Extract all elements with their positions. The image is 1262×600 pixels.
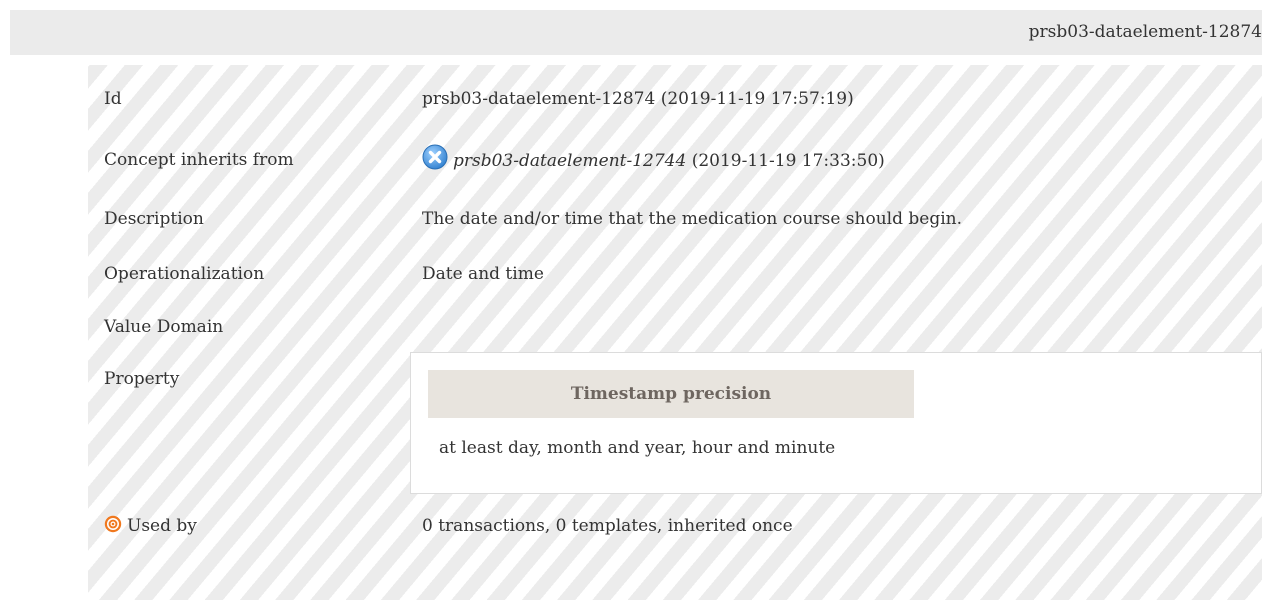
property-header: Timestamp precision xyxy=(428,370,914,418)
target-icon[interactable] xyxy=(104,515,122,533)
used-by-label-wrap: Used by xyxy=(104,515,197,537)
description-label: Description xyxy=(104,209,204,229)
value-domain-label: Value Domain xyxy=(104,317,224,337)
id-value: prsb03-dataelement-12874 (2019-11-19 17:… xyxy=(422,89,854,109)
header-bar: prsb03-dataelement-12874 xyxy=(10,10,1262,55)
concept-inherits-link[interactable]: prsb03-dataelement-12744 xyxy=(453,151,686,171)
header-dataelement-id: prsb03-dataelement-12874 xyxy=(1028,22,1262,42)
property-label: Property xyxy=(104,369,180,389)
id-label: Id xyxy=(104,89,122,109)
used-by-value: 0 transactions, 0 templates, inherited o… xyxy=(422,516,793,536)
operationalization-value: Date and time xyxy=(422,264,544,284)
operationalization-label: Operationalization xyxy=(104,264,265,284)
description-value: The date and/or time that the medication… xyxy=(422,209,962,229)
used-by-label: Used by xyxy=(127,516,197,536)
property-box: Timestamp precision at least day, month … xyxy=(410,352,1262,494)
close-circle-icon[interactable] xyxy=(422,144,448,170)
details-panel: Id prsb03-dataelement-12874 (2019-11-19 … xyxy=(88,65,1262,600)
concept-inherits-value: prsb03-dataelement-12744 (2019-11-19 17:… xyxy=(422,144,885,172)
concept-inherits-label: Concept inherits from xyxy=(104,150,294,170)
property-value: at least day, month and year, hour and m… xyxy=(439,438,836,458)
concept-inherits-date: (2019-11-19 17:33:50) xyxy=(686,151,885,171)
